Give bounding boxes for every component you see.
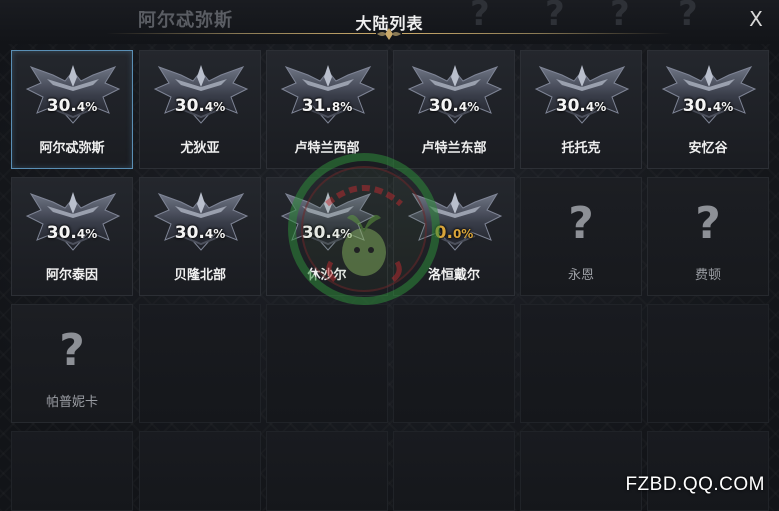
exploration-percent: 30.4%	[555, 96, 607, 116]
exploration-percent: 0.0%	[434, 223, 474, 243]
continent-name: 卢特兰西部	[294, 141, 360, 156]
continent-name: 休沙尔	[307, 268, 347, 283]
exploration-percent: 31.8%	[301, 96, 353, 116]
continent-tile-punika-locked[interactable]: ? 帕普妮卡	[11, 304, 133, 423]
empty-slot	[11, 431, 133, 511]
continent-tile-artemis[interactable]: 30.4% 阿尔忒弥斯	[11, 50, 133, 169]
continent-emblem-icon	[281, 64, 375, 124]
question-mark-icon: ?	[568, 198, 594, 249]
empty-slot	[520, 304, 642, 423]
empty-slot	[139, 304, 261, 423]
empty-slot	[266, 431, 388, 511]
window-header: 阿尔忒弥斯 ? ? ? ? 大陆列表 X	[0, 0, 779, 44]
continent-name: 贝隆北部	[173, 268, 226, 283]
continent-emblem-icon	[408, 191, 502, 251]
continent-tile-yorn-locked[interactable]: ? 永恩	[520, 177, 642, 296]
exploration-percent: 30.4%	[174, 96, 226, 116]
empty-slot	[139, 431, 261, 511]
continent-name: 托托克	[561, 141, 601, 156]
title-ornament-icon	[377, 28, 401, 40]
continent-emblem-icon	[154, 191, 248, 251]
continent-name: 安忆谷	[688, 141, 728, 156]
exploration-percent: 30.4%	[46, 223, 98, 243]
continent-name: 阿尔忒弥斯	[39, 141, 105, 156]
exploration-percent: 30.4%	[46, 96, 98, 116]
continent-emblem-icon	[281, 191, 375, 251]
continent-emblem-icon	[154, 64, 248, 124]
title-divider-right	[402, 33, 672, 34]
continent-tile-east-luterra[interactable]: 30.4% 卢特兰东部	[393, 50, 515, 169]
exploration-percent: 30.4%	[301, 223, 353, 243]
exploration-percent: 30.4%	[174, 223, 226, 243]
continent-tile-west-luterra[interactable]: 31.8% 卢特兰西部	[266, 50, 388, 169]
continent-tile-shushire[interactable]: 30.4% 休沙尔	[266, 177, 388, 296]
continent-name: 永恩	[567, 268, 594, 283]
continent-tile-tortoyk[interactable]: 30.4% 托托克	[520, 50, 642, 169]
continent-name: 卢特兰东部	[421, 141, 487, 156]
exploration-percent: 30.4%	[428, 96, 480, 116]
continent-name: 阿尔泰因	[45, 268, 98, 283]
empty-slot	[647, 431, 769, 511]
continent-emblem-icon	[408, 64, 502, 124]
continent-emblem-icon	[662, 64, 756, 124]
question-mark-icon: ?	[59, 325, 85, 376]
continent-tile-anikka[interactable]: 30.4% 安忆谷	[647, 50, 769, 169]
continent-tile-feiton-locked[interactable]: ? 费顿	[647, 177, 769, 296]
continent-emblem-icon	[26, 64, 120, 124]
continent-tile-north-vern[interactable]: 30.4% 贝隆北部	[139, 177, 261, 296]
exploration-percent: 30.4%	[682, 96, 734, 116]
continent-name: 帕普妮卡	[45, 395, 98, 410]
close-button[interactable]: X	[745, 8, 767, 30]
continent-tile-rohendel[interactable]: 0.0% 洛恒戴尔	[393, 177, 515, 296]
continent-name: 费顿	[694, 268, 721, 283]
title-divider-left	[106, 33, 376, 34]
empty-slot	[393, 304, 515, 423]
continent-tile-yudia[interactable]: 30.4% 尤狄亚	[139, 50, 261, 169]
continent-emblem-icon	[535, 64, 629, 124]
continent-name: 尤狄亚	[180, 141, 220, 156]
empty-slot	[393, 431, 515, 511]
question-mark-icon: ?	[695, 198, 721, 249]
empty-slot	[266, 304, 388, 423]
continent-name: 洛恒戴尔	[427, 268, 480, 283]
continent-tile-arthetine[interactable]: 30.4% 阿尔泰因	[11, 177, 133, 296]
empty-slot	[647, 304, 769, 423]
empty-slot	[520, 431, 642, 511]
continent-emblem-icon	[26, 191, 120, 251]
site-watermark-text: FZBD.QQ.COM	[625, 474, 765, 495]
